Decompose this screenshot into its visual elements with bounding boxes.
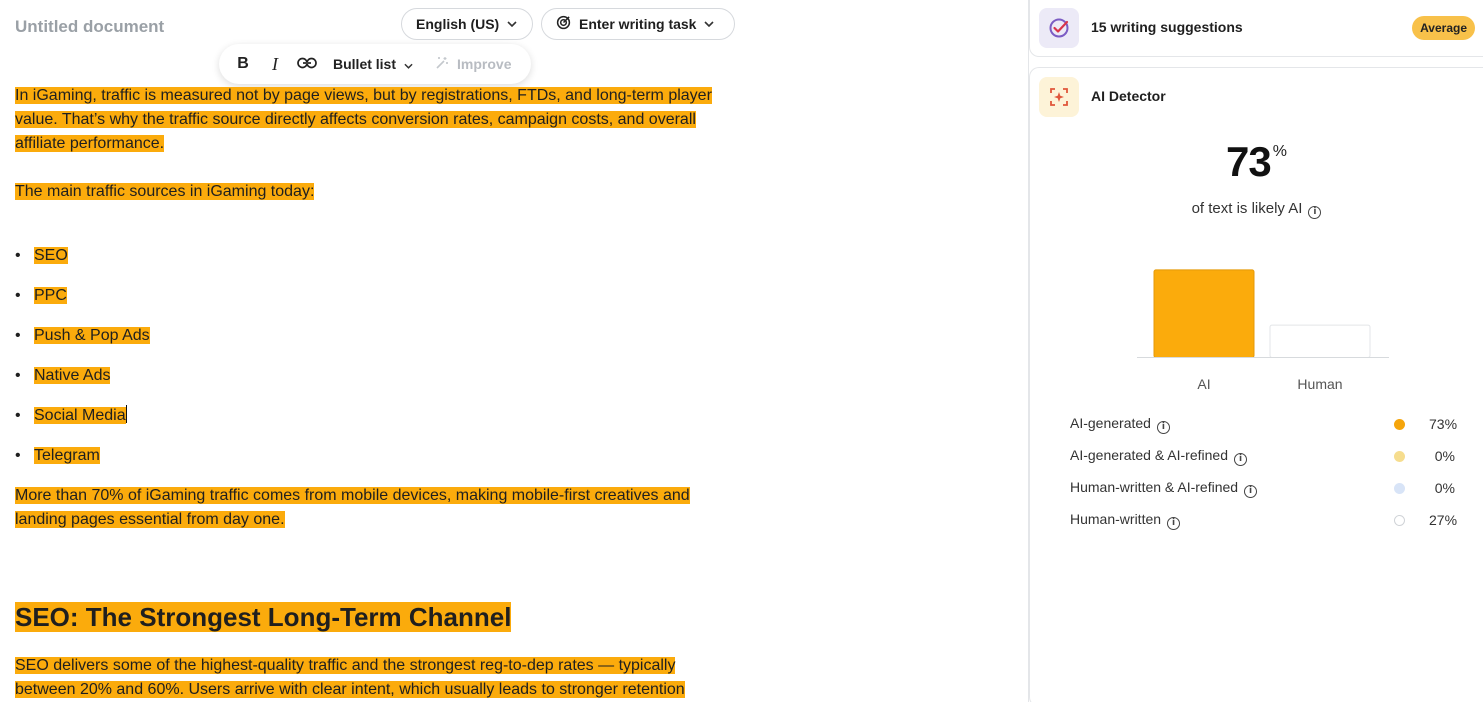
breakdown-value: 73% [1429,416,1458,432]
list-item: Native Ads [15,364,150,404]
format-toolbar: B I Bullet list Improve [219,44,531,84]
list-item-text: Native Ads [34,367,111,384]
breakdown-row: AI-generated & AI-refined i 0% [1070,440,1455,472]
check-circle-icon [1039,8,1079,48]
paragraph-text: In iGaming, traffic is measured not by p… [15,87,712,152]
ai-human-chart: AI Human [1137,248,1389,398]
section-heading: SEO: The Strongest Long-Term Channel [15,600,512,634]
heading-text: SEO: The Strongest Long-Term Channel [15,602,512,632]
breakdown-label: AI-generated & AI-refined [1070,446,1228,463]
bold-button[interactable]: B [229,50,257,78]
breakdown-dot [1394,418,1405,430]
language-select[interactable]: English (US) [401,8,533,40]
improve-button[interactable]: Improve [421,50,511,78]
paragraph-text: The main traffic sources in iGaming toda… [15,183,315,200]
suggestions-card[interactable]: 15 writing suggestions Average [1029,0,1483,57]
percent-sign: % [1272,143,1287,160]
breakdown-row: Human-written & AI-refined i 0% [1070,472,1455,504]
writing-task-select[interactable]: Enter writing task [541,8,735,40]
text-caret [125,405,127,423]
ai-percentage: 73% [1030,138,1483,186]
chevron-down-icon [704,19,715,30]
caption-text: of text is likely AI [1191,200,1303,217]
breakdown-value: 0% [1434,480,1455,496]
link-icon [297,56,317,72]
breakdown-dot [1394,482,1405,494]
list-item-text: SEO [34,247,68,264]
magic-wand-icon [435,56,449,73]
bullet-list-label: Bullet list [333,56,397,72]
paragraph: SEO delivers some of the highest-quality… [15,654,735,702]
info-icon[interactable]: i [1308,206,1322,219]
list-item: PPC [15,284,150,324]
language-label: English (US) [416,16,500,32]
document-title[interactable]: Untitled document [15,17,164,37]
paragraph-text: More than 70% of iGaming traffic comes f… [15,487,690,528]
score-badge: Average [1412,16,1475,40]
list-item-text: Telegram [34,447,100,464]
list-item: SEO [15,244,150,284]
list-item: Social Media [15,404,150,444]
list-item-text: PPC [34,287,67,304]
breakdown-label: AI-generated [1070,414,1151,431]
list-item-text: Push & Pop Ads [34,327,150,344]
breakdown-row: Human-written i 27% [1070,504,1458,536]
target-icon [556,15,571,33]
ai-percentage-value: 73 [1226,138,1272,185]
breakdown-row: AI-generated i 73% [1070,408,1458,440]
paragraph: More than 70% of iGaming traffic comes f… [15,484,740,532]
bar-chart [1137,269,1389,358]
ai-scan-icon [1039,77,1079,117]
list-item-text: Social Media [34,407,126,424]
ai-detector-title: AI Detector [1091,88,1166,104]
bullet-list-dropdown[interactable]: Bullet list [325,50,417,78]
info-icon[interactable]: i [1167,516,1181,530]
link-button[interactable] [293,50,321,78]
info-icon[interactable]: i [1234,452,1247,466]
chart-category-label: Human [1297,376,1343,392]
breakdown-dot [1394,514,1405,526]
italic-button[interactable]: I [261,50,289,78]
info-icon[interactable]: i [1156,420,1170,434]
breakdown-label: Human-written & AI-refined [1070,478,1239,495]
chevron-down-icon [404,56,413,72]
chart-bar-human [1269,324,1371,358]
paragraph-text: SEO delivers some of the highest-quality… [15,657,685,698]
list-item: Telegram [15,444,150,484]
writing-task-label: Enter writing task [579,16,697,32]
bullet-list: SEO PPC Push & Pop Ads Native Ads Social… [15,244,150,484]
ai-breakdown-list: AI-generated i 73% AI-generated & AI-refi… [1070,408,1458,536]
breakdown-value: 0% [1434,448,1455,464]
ai-percentage-caption: of text is likely AI i [1030,200,1483,219]
suggestions-count: 15 writing suggestions [1091,19,1243,35]
paragraph: The main traffic sources in iGaming toda… [15,180,315,204]
paragraph: In iGaming, traffic is measured not by p… [15,84,735,156]
ai-detector-card: AI Detector 73% of text is likely AI i AI… [1029,67,1483,702]
chart-bar-ai [1153,269,1255,358]
breakdown-label: Human-written [1070,510,1162,527]
list-item: Push & Pop Ads [15,324,150,364]
chart-category-label: AI [1197,376,1211,392]
chevron-down-icon [507,19,517,30]
breakdown-dot [1394,450,1405,462]
breakdown-value: 27% [1429,512,1458,528]
improve-label: Improve [457,56,512,72]
info-icon[interactable]: i [1244,484,1258,498]
